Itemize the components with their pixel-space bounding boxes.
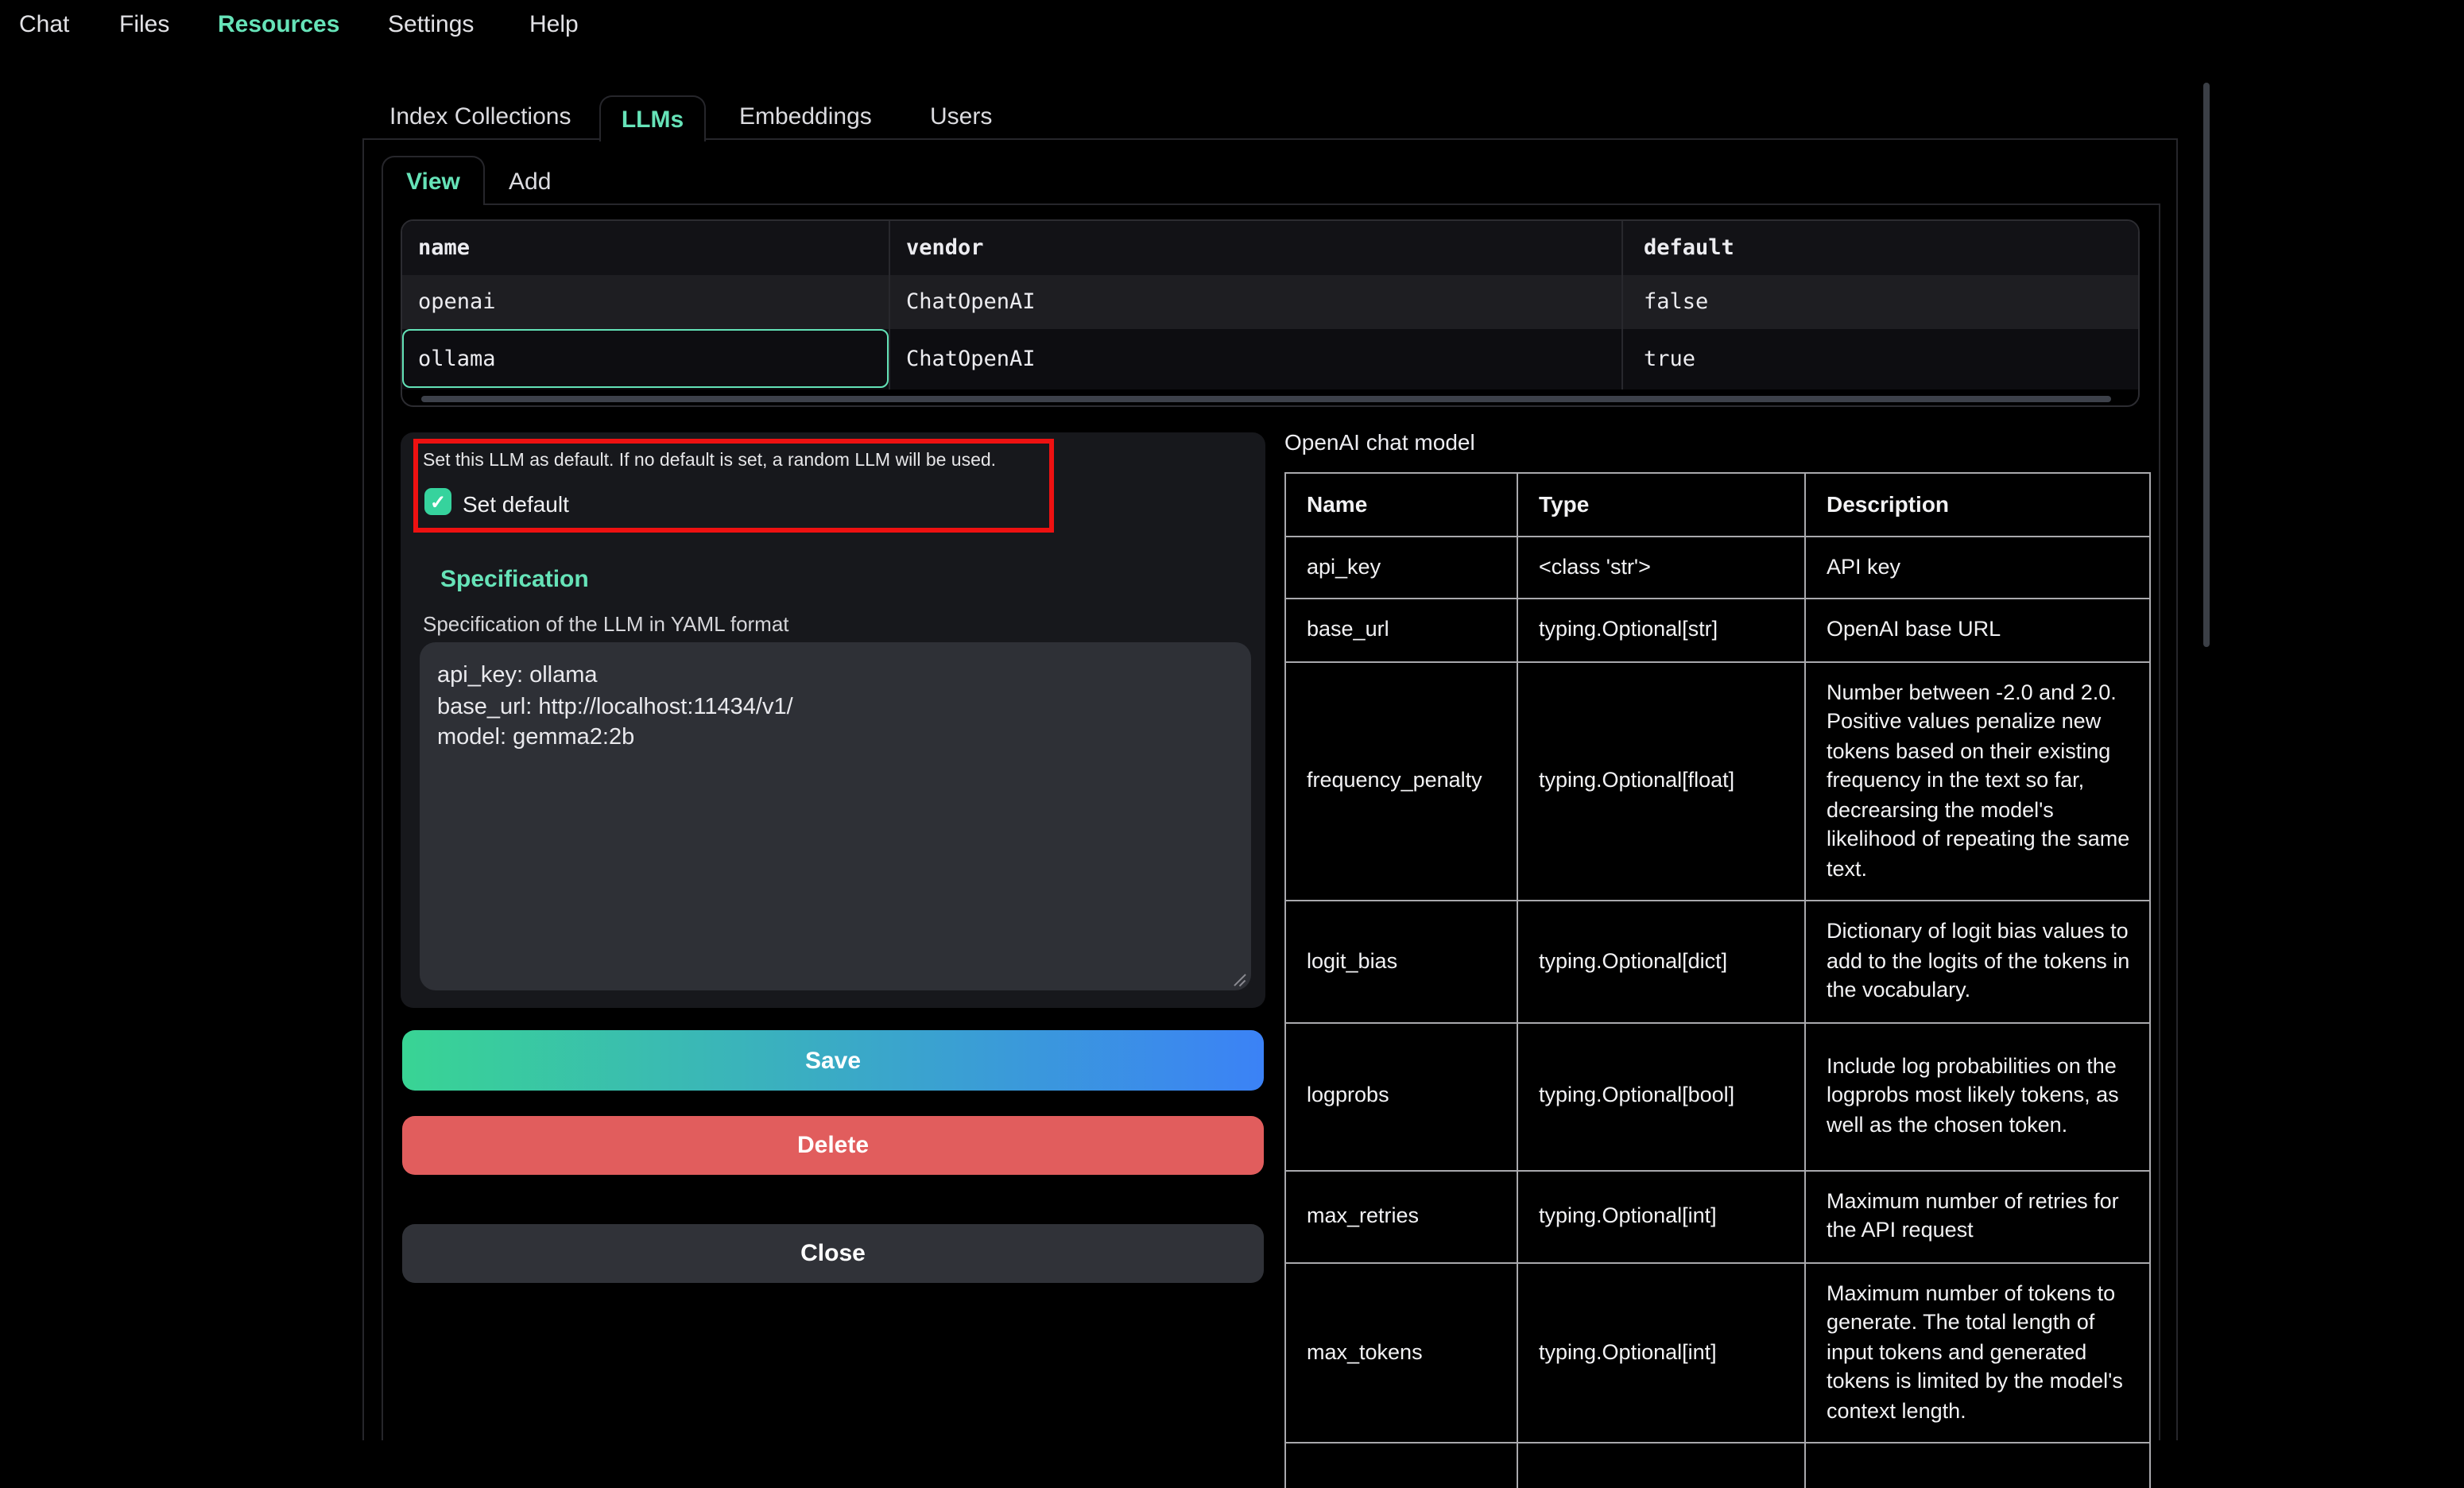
model-row-api-key: api_key <class 'str'> API key — [1285, 536, 2150, 599]
tab-embeddings[interactable]: Embeddings — [739, 103, 872, 130]
model-row-logprobs: logprobs typing.Optional[bool] Include l… — [1285, 1022, 2150, 1170]
cell-default[interactable]: false — [1621, 275, 2138, 329]
param-name: max_retries — [1285, 1170, 1517, 1262]
model-panel-title: OpenAI chat model — [1284, 429, 1475, 455]
tab-users[interactable]: Users — [930, 103, 992, 130]
nav-item-help[interactable]: Help — [529, 11, 579, 38]
horizontal-scrollbar-thumb[interactable] — [421, 396, 2111, 402]
model-row-logit-bias: logit_bias typing.Optional[dict] Diction… — [1285, 901, 2150, 1022]
cell-vendor[interactable]: ChatOpenAI — [889, 275, 1621, 329]
param-type: typing.Optional[dict] — [1517, 901, 1805, 1022]
param-description: API key — [1805, 536, 2150, 599]
param-name: base_url — [1285, 599, 1517, 661]
cell-default[interactable]: true — [1621, 329, 2138, 389]
nav-item-chat[interactable]: Chat — [19, 11, 69, 38]
nav-item-settings[interactable]: Settings — [388, 11, 474, 38]
subtab-add[interactable]: Add — [509, 169, 551, 196]
llm-table-header-row: name vendor default — [402, 221, 2138, 275]
save-button[interactable]: Save — [402, 1030, 1264, 1091]
subtab-view-label: View — [406, 168, 460, 195]
specification-description: Specification of the LLM in YAML format — [423, 612, 789, 636]
param-type: typing.Optional[int] — [1517, 1262, 1805, 1443]
param-description: Number between -2.0 and 2.0. Positive va… — [1805, 661, 2150, 901]
yaml-spec-textarea[interactable]: api_key: ollama base_url: http://localho… — [420, 642, 1251, 990]
close-button[interactable]: Close — [402, 1224, 1264, 1283]
cell-name[interactable]: openai — [402, 275, 889, 329]
close-button-label: Close — [800, 1240, 866, 1267]
param-type: typing.Optional[float] — [1517, 661, 1805, 901]
set-default-checkbox[interactable]: ✓ — [424, 488, 451, 515]
delete-button[interactable]: Delete — [402, 1116, 1264, 1175]
llm-table-horizontal-scrollbar[interactable] — [402, 389, 2138, 407]
table-row-ollama[interactable]: ollama ChatOpenAI true — [402, 329, 2138, 389]
llm-table-header-default: default — [1621, 221, 2138, 275]
default-note: Set this LLM as default. If no default i… — [423, 451, 996, 471]
model-table-header-row: Name Type Description — [1285, 473, 2150, 536]
param-description: Include log probabilities on the logprob… — [1805, 1022, 2150, 1170]
model-row-base-url: base_url typing.Optional[str] OpenAI bas… — [1285, 599, 2150, 661]
table-row-openai[interactable]: openai ChatOpenAI false — [402, 275, 2138, 329]
llm-table-header-vendor: vendor — [889, 221, 1621, 275]
nav-item-files[interactable]: Files — [119, 11, 169, 38]
param-name: logit_bias — [1285, 901, 1517, 1022]
param-type: typing.Optional[int] — [1517, 1170, 1805, 1262]
cell-name[interactable]: ollama — [402, 329, 889, 389]
specification-heading: Specification — [440, 566, 589, 593]
model-row-partial — [1285, 1443, 2150, 1488]
param-description: Dictionary of logit bias values to add t… — [1805, 901, 2150, 1022]
subtab-view[interactable]: View — [382, 156, 485, 205]
llm-list-table: name vendor default openai ChatOpenAI fa… — [401, 219, 2140, 407]
param-description: Maximum number of retries for the API re… — [1805, 1170, 2150, 1262]
param-description: OpenAI base URL — [1805, 599, 2150, 661]
tab-llms-label: LLMs — [622, 106, 684, 133]
param-description: Maximum number of tokens to generate. Th… — [1805, 1262, 2150, 1443]
model-row-max-tokens: max_tokens typing.Optional[int] Maximum … — [1285, 1262, 2150, 1443]
param-name: logprobs — [1285, 1022, 1517, 1170]
param-name: max_tokens — [1285, 1262, 1517, 1443]
model-row-frequency-penalty: frequency_penalty typing.Optional[float]… — [1285, 661, 2150, 901]
delete-button-label: Delete — [797, 1132, 869, 1159]
nav-item-resources[interactable]: Resources — [218, 11, 339, 38]
model-header-name: Name — [1285, 473, 1517, 536]
tab-index-collections[interactable]: Index Collections — [389, 103, 571, 130]
param-type: typing.Optional[bool] — [1517, 1022, 1805, 1170]
param-name: api_key — [1285, 536, 1517, 599]
page-scrollbar-thumb[interactable] — [2203, 83, 2210, 647]
param-type: typing.Optional[str] — [1517, 599, 1805, 661]
llm-table-header-name: name — [402, 221, 889, 275]
save-button-label: Save — [805, 1047, 861, 1074]
checkmark-icon: ✓ — [430, 492, 446, 511]
set-default-label[interactable]: Set default — [463, 491, 569, 517]
param-name: frequency_penalty — [1285, 661, 1517, 901]
cell-vendor[interactable]: ChatOpenAI — [889, 329, 1621, 389]
param-type: <class 'str'> — [1517, 536, 1805, 599]
model-row-max-retries: max_retries typing.Optional[int] Maximum… — [1285, 1170, 2150, 1262]
model-header-description: Description — [1805, 473, 2150, 536]
tab-llms[interactable]: LLMs — [599, 95, 706, 141]
app-window: Chat Files Resources Settings Help Index… — [0, 0, 2464, 1488]
model-header-type: Type — [1517, 473, 1805, 536]
model-schema-table: Name Type Description api_key <class 'st… — [1284, 472, 2151, 1488]
